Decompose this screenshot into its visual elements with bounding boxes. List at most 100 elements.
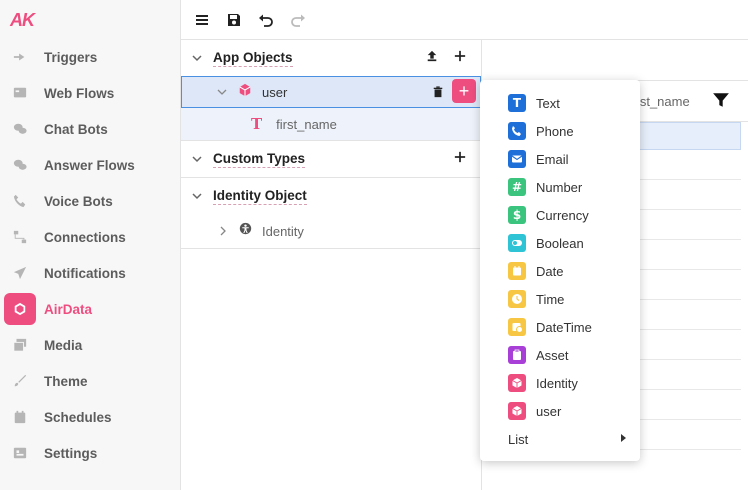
menu-item-phone[interactable]: Phone [480,117,640,145]
add-field-button[interactable]: + [452,79,476,103]
chevron-down-icon[interactable] [216,86,228,98]
notifications-icon [12,265,28,281]
sidebar-item-label: Notifications [44,265,126,281]
field-row-first-name[interactable]: T first_name [181,108,481,140]
identity-object-header[interactable]: Identity Object [181,178,481,214]
object-cube-icon [508,402,526,420]
chevron-down-icon[interactable] [191,190,203,202]
sidebar-item-label: Triggers [44,49,98,65]
menu-item-label: Time [536,291,565,307]
custom-types-title: Custom Types [213,150,306,168]
calendar-icon [508,262,526,280]
menu-icon [196,14,208,25]
menu-item-email[interactable]: Email [480,145,640,173]
currency-icon: $ [508,206,526,224]
field-label: first_name [276,116,337,132]
app-objects-title: App Objects [213,49,293,67]
sidebar-item-label: Web Flows [44,85,115,101]
toggle-icon [508,234,526,252]
menu-item-label: List [508,431,529,447]
object-tree: App Objects user + T first_name Custom T… [181,40,482,490]
sidebar-item-label: AirData [44,301,93,317]
menu-item-label: Currency [536,207,589,223]
object-cube-icon [238,83,252,102]
number-icon: # [508,178,526,196]
sidebar-item-label: Media [44,337,83,353]
custom-types-header[interactable]: Custom Types [181,141,481,177]
settings-icon [12,445,28,461]
delete-icon[interactable] [432,85,446,99]
menu-item-label: Email [536,151,569,167]
sidebar-item-voice-bots[interactable]: Voice Bots [0,183,181,219]
app-objects-actions [425,49,467,63]
upload-icon[interactable] [425,49,439,63]
web-flows-icon [12,85,28,101]
menu-item-identity[interactable]: Identity [480,369,640,397]
menu-item-label: Asset [536,347,569,363]
object-cube-icon [508,374,526,392]
phone-icon [508,122,526,140]
text-icon: T [508,94,526,112]
sidebar-item-schedules[interactable]: Schedules [0,399,181,435]
menu-item-asset[interactable]: Asset [480,341,640,369]
undo-button[interactable] [257,11,275,29]
sidebar-item-connections[interactable]: Connections [0,219,181,255]
identity-object-section: Identity Object Identity [181,178,481,249]
toolbar [181,0,748,40]
chevron-down-icon[interactable] [191,52,203,64]
menu-button[interactable] [193,11,211,29]
schedules-icon [12,409,28,425]
media-icon [12,337,28,353]
sidebar-item-label: Settings [44,445,98,461]
identity-row[interactable]: Identity [181,214,481,248]
chevron-right-icon[interactable] [217,225,229,237]
sidebar-item-notifications[interactable]: Notifications [0,255,181,291]
custom-types-section: Custom Types [181,141,481,178]
sidebar-item-web-flows[interactable]: Web Flows [0,75,181,111]
field-type-menu: T Text Phone Email # Number $ Currency B… [480,80,640,461]
sidebar-item-label: Answer Flows [44,157,135,173]
chevron-down-icon[interactable] [191,153,203,165]
menu-item-list[interactable]: List [480,425,640,453]
add-object-button[interactable] [453,49,467,63]
redo-icon [291,14,305,27]
sidebar-item-settings[interactable]: Settings [0,435,181,471]
menu-item-number[interactable]: # Number [480,173,640,201]
sidebar-item-triggers[interactable]: Triggers [0,39,181,75]
menu-item-date[interactable]: Date [480,257,640,285]
filter-icon[interactable] [712,91,730,109]
redo-button[interactable] [289,11,307,29]
connections-icon [12,229,28,245]
object-row-user[interactable]: user + [181,76,481,108]
chat-bots-icon [12,121,28,137]
add-type-button[interactable] [453,150,467,164]
sidebar-item-chat-bots[interactable]: Chat Bots [0,111,181,147]
sidebar-item-media[interactable]: Media [0,327,181,363]
menu-item-user[interactable]: user [480,397,640,425]
answer-flows-icon [12,157,28,173]
menu-item-text[interactable]: T Text [480,89,640,117]
menu-item-datetime[interactable]: DateTime [480,313,640,341]
save-button[interactable] [225,11,243,29]
sidebar: AK Triggers Web Flows Chat Bots Answer F… [0,0,181,490]
menu-item-boolean[interactable]: Boolean [480,229,640,257]
datetime-icon [508,318,526,336]
menu-item-label: Number [536,179,583,195]
menu-item-currency[interactable]: $ Currency [480,201,640,229]
airdata-icon [4,293,36,325]
sidebar-item-answer-flows[interactable]: Answer Flows [0,147,181,183]
app-objects-section: App Objects user + T first_name [181,40,481,141]
menu-item-label: Date [536,263,564,279]
menu-item-time[interactable]: Time [480,285,640,313]
sidebar-item-label: Voice Bots [44,193,113,209]
object-label: user [262,84,288,100]
sidebar-item-label: Chat Bots [44,121,108,137]
sidebar-item-airdata[interactable]: AirData [0,291,181,327]
identity-icon [239,222,252,240]
voice-bots-icon [12,193,28,209]
sidebar-item-theme[interactable]: Theme [0,363,181,399]
custom-types-actions [453,150,467,164]
sidebar-item-label: Theme [44,373,88,389]
email-icon [508,150,526,168]
clock-icon [508,290,526,308]
